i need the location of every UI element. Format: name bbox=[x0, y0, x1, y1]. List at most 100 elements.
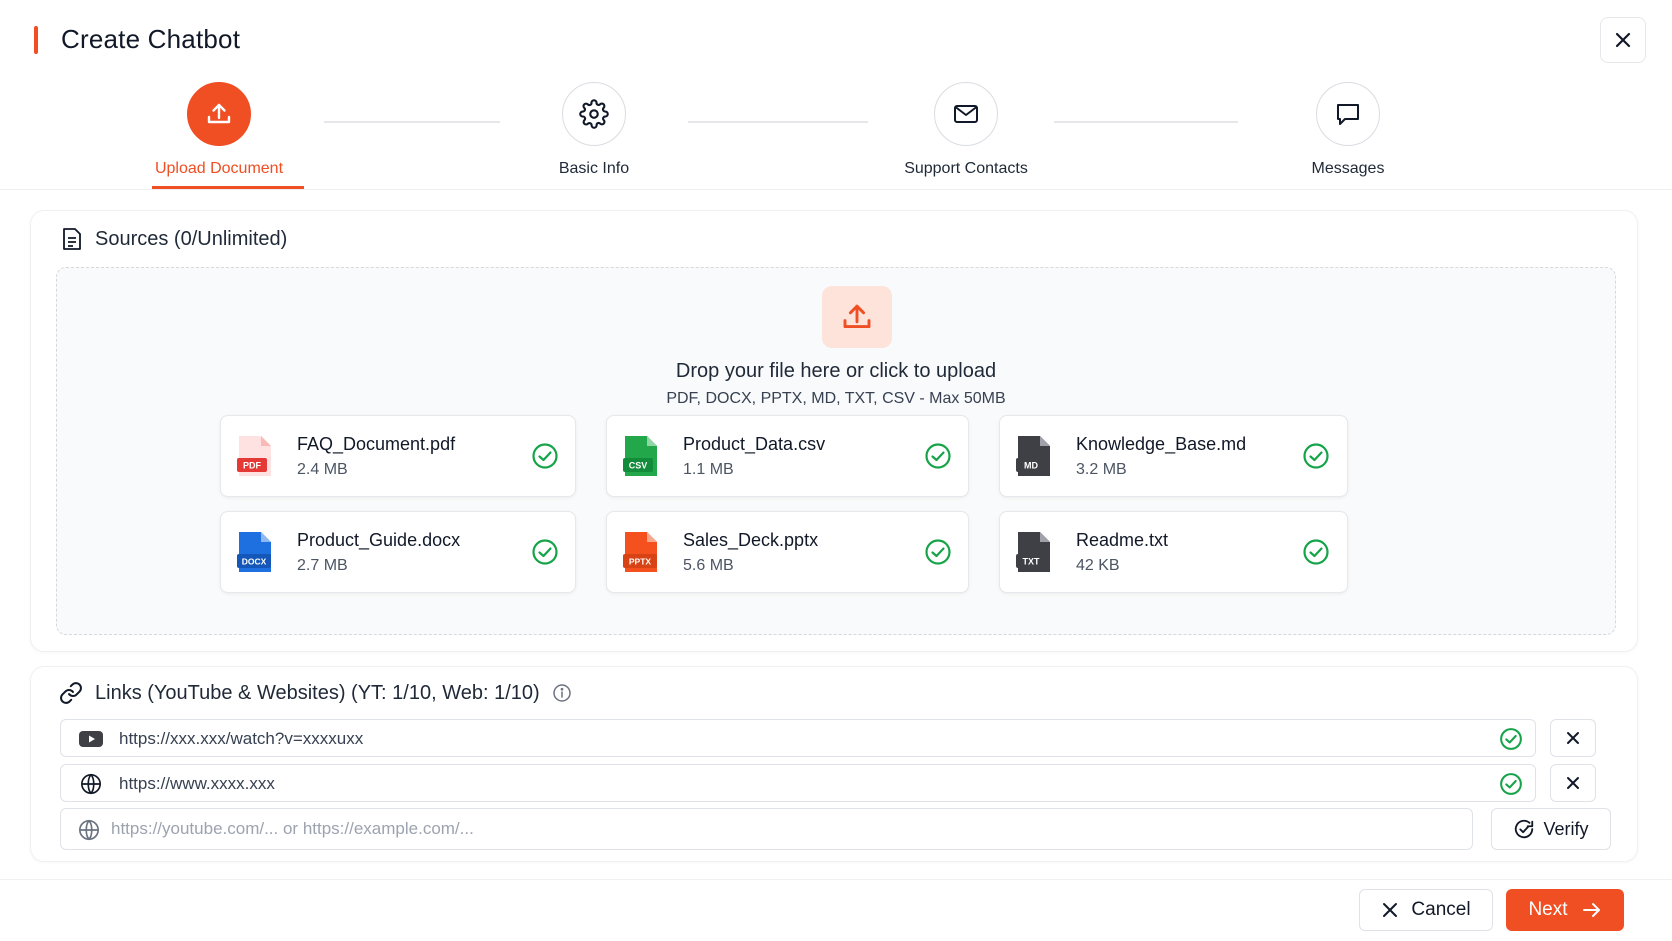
file-size: 3.2 MB bbox=[1076, 461, 1127, 478]
link-icon bbox=[60, 682, 82, 704]
links-header: Links (YouTube & Websites) (YT: 1/10, We… bbox=[59, 681, 572, 705]
remove-link-button[interactable] bbox=[1550, 719, 1596, 757]
stepper: Upload Document Basic Info Support Conta… bbox=[0, 80, 1672, 190]
txt-file-icon: TXT bbox=[1016, 532, 1050, 572]
link-url: https://xxx.xxx/watch?v=xxxxuxx bbox=[119, 729, 364, 748]
md-file-icon: MD bbox=[1016, 436, 1050, 476]
svg-text:TXT: TXT bbox=[1023, 557, 1041, 567]
footer-divider bbox=[0, 879, 1672, 880]
step-connector bbox=[324, 121, 500, 123]
arrow-right-icon bbox=[1582, 903, 1600, 917]
document-list-icon bbox=[63, 228, 81, 250]
cancel-button[interactable]: Cancel bbox=[1359, 889, 1493, 931]
step-label: Support Contacts bbox=[904, 160, 1028, 177]
next-button[interactable]: Next bbox=[1506, 889, 1624, 931]
links-title: Links (YouTube & Websites) (YT: 1/10, We… bbox=[95, 681, 540, 704]
file-name: Sales_Deck.pptx bbox=[683, 530, 819, 550]
svg-text:PPTX: PPTX bbox=[629, 557, 652, 567]
gear-icon bbox=[579, 99, 609, 129]
check-circle-icon bbox=[1303, 539, 1329, 565]
dialog-header: Create Chatbot bbox=[0, 0, 1672, 80]
file-size: 1.1 MB bbox=[683, 461, 734, 478]
check-refresh-icon bbox=[1515, 819, 1534, 839]
pptx-file-icon: PPTX bbox=[623, 532, 657, 572]
file-card[interactable]: PDF FAQ_Document.pdf 2.4 MB bbox=[220, 415, 576, 497]
step-circle bbox=[1316, 82, 1380, 146]
links-card: Links (YouTube & Websites) (YT: 1/10, We… bbox=[30, 666, 1638, 862]
svg-text:PDF: PDF bbox=[243, 461, 262, 471]
globe-icon bbox=[79, 819, 99, 841]
step-circle bbox=[562, 82, 626, 146]
info-icon[interactable] bbox=[552, 683, 572, 703]
file-name: FAQ_Document.pdf bbox=[297, 434, 456, 454]
step-label: Basic Info bbox=[558, 160, 630, 177]
close-icon bbox=[1383, 903, 1398, 917]
page-title: Create Chatbot bbox=[61, 24, 241, 54]
sources-header: Sources (0/Unlimited) bbox=[61, 227, 287, 251]
link-row: https://xxx.xxx/watch?v=xxxxuxx bbox=[60, 719, 1536, 757]
step-connector bbox=[1054, 121, 1238, 123]
check-circle-icon bbox=[925, 539, 951, 565]
dropzone-title: Drop your file here or click to upload bbox=[675, 360, 997, 382]
close-icon bbox=[1615, 32, 1631, 48]
docx-file-icon: DOCX bbox=[237, 532, 271, 572]
url-input[interactable] bbox=[111, 809, 1451, 849]
mail-icon bbox=[954, 105, 978, 123]
file-name: Knowledge_Base.md bbox=[1076, 434, 1247, 454]
file-card[interactable]: PPTX Sales_Deck.pptx 5.6 MB bbox=[606, 511, 969, 593]
file-size: 2.7 MB bbox=[297, 557, 348, 574]
title-accent-bar bbox=[34, 26, 38, 54]
file-card[interactable]: CSV Product_Data.csv 1.1 MB bbox=[606, 415, 969, 497]
close-icon bbox=[1567, 732, 1579, 744]
upload-icon bbox=[843, 304, 871, 329]
step-label: Upload Document bbox=[154, 160, 284, 177]
verify-button[interactable]: Verify bbox=[1491, 808, 1611, 850]
dropzone-subtitle: PDF, DOCX, PPTX, MD, TXT, CSV - Max 50MB bbox=[666, 390, 1006, 407]
svg-text:CSV: CSV bbox=[629, 461, 648, 471]
check-circle-icon bbox=[1500, 728, 1522, 750]
svg-text:DOCX: DOCX bbox=[242, 557, 267, 567]
file-name: Readme.txt bbox=[1076, 530, 1169, 550]
close-button[interactable] bbox=[1600, 17, 1646, 63]
remove-link-button[interactable] bbox=[1550, 764, 1596, 802]
upload-icon bbox=[207, 103, 231, 124]
upload-tile[interactable] bbox=[822, 286, 892, 348]
file-card[interactable]: MD Knowledge_Base.md 3.2 MB bbox=[999, 415, 1348, 497]
file-size: 2.4 MB bbox=[297, 461, 348, 478]
step-connector bbox=[688, 121, 868, 123]
step-support-contacts[interactable]: Support Contacts bbox=[866, 82, 1066, 178]
youtube-icon bbox=[79, 731, 103, 747]
sources-card: Sources (0/Unlimited) Drop your file her… bbox=[30, 210, 1638, 652]
step-basic-info[interactable]: Basic Info bbox=[494, 82, 694, 178]
file-size: 42 KB bbox=[1076, 557, 1120, 574]
check-circle-icon bbox=[925, 443, 951, 469]
step-upload-document[interactable]: Upload Document bbox=[119, 82, 319, 178]
check-circle-icon bbox=[1500, 773, 1522, 795]
csv-file-icon: CSV bbox=[623, 436, 657, 476]
link-url: https://www.xxxx.xxx bbox=[119, 774, 275, 793]
sources-title: Sources (0/Unlimited) bbox=[95, 227, 288, 250]
close-icon bbox=[1567, 777, 1579, 789]
url-input-wrapper bbox=[60, 808, 1473, 850]
check-circle-icon bbox=[532, 443, 558, 469]
file-card[interactable]: TXT Readme.txt 42 KB bbox=[999, 511, 1348, 593]
check-circle-icon bbox=[532, 539, 558, 565]
step-messages[interactable]: Messages bbox=[1248, 82, 1448, 178]
step-circle bbox=[934, 82, 998, 146]
link-row: https://www.xxxx.xxx bbox=[60, 764, 1536, 802]
file-card[interactable]: DOCX Product_Guide.docx 2.7 MB bbox=[220, 511, 576, 593]
step-label: Messages bbox=[1311, 160, 1385, 177]
chat-icon bbox=[1337, 104, 1359, 125]
pdf-file-icon: PDF bbox=[237, 436, 271, 476]
file-size: 5.6 MB bbox=[683, 557, 734, 574]
file-name: Product_Guide.docx bbox=[297, 530, 461, 550]
file-name: Product_Data.csv bbox=[683, 434, 826, 454]
check-circle-icon bbox=[1303, 443, 1329, 469]
file-dropzone[interactable]: Drop your file here or click to upload P… bbox=[56, 267, 1616, 635]
globe-icon bbox=[81, 773, 101, 795]
step-circle bbox=[187, 82, 251, 146]
cancel-label: Cancel bbox=[1411, 899, 1471, 920]
verify-label: Verify bbox=[1543, 818, 1589, 839]
next-label: Next bbox=[1528, 899, 1568, 920]
svg-text:MD: MD bbox=[1024, 461, 1038, 471]
